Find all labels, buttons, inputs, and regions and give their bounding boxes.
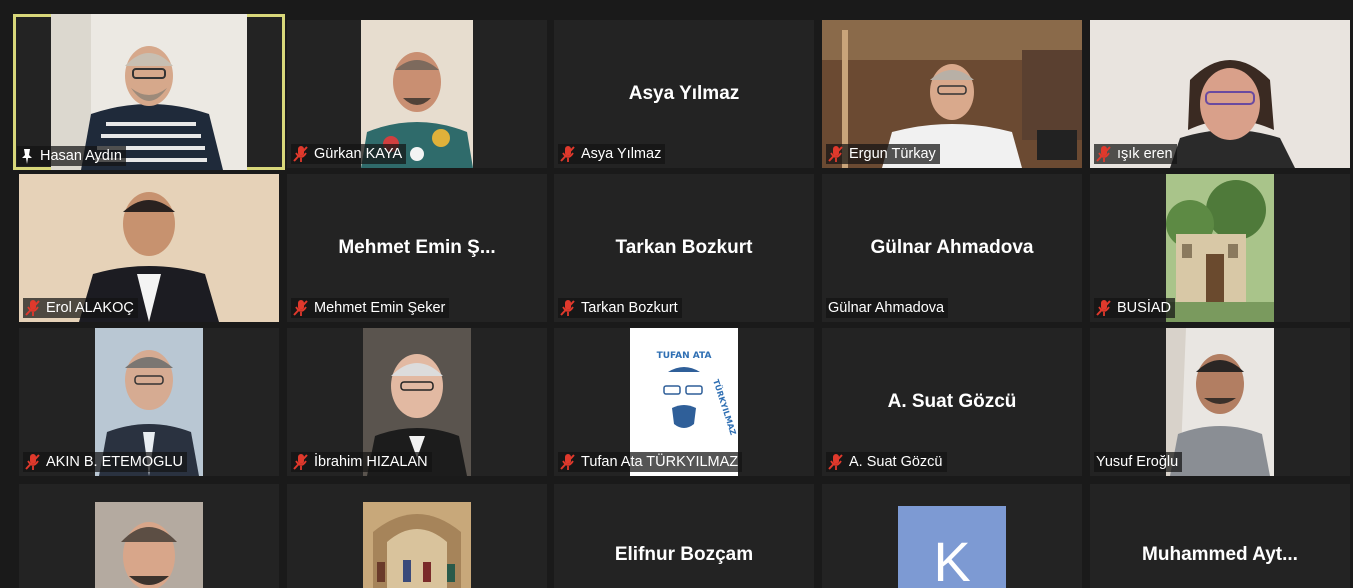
- participant-name-label: Erol ALAKOÇ: [23, 298, 138, 318]
- participant-name: Yusuf Eroğlu: [1096, 454, 1179, 470]
- muted-mic-icon: [293, 453, 309, 471]
- participant-tile[interactable]: Ergun Türkay: [822, 20, 1082, 168]
- participant-grid: Hasan Aydın Gürkan KAYA Asya Yılmaz Asya…: [0, 0, 1353, 588]
- participant-name-label: Hasan Aydın: [17, 146, 126, 166]
- muted-mic-icon: [293, 145, 309, 163]
- participant-display-name: Elifnur Bozçam: [614, 544, 754, 565]
- participant-tile[interactable]: Erol ALAKOÇ: [19, 174, 279, 322]
- participant-name: Asya Yılmaz: [581, 146, 662, 162]
- participant-tile[interactable]: Mehmet Emin Ş... Mehmet Emin Şeker: [287, 174, 547, 322]
- svg-text:TUFAN ATA: TUFAN ATA: [657, 351, 712, 361]
- participant-name: Tarkan Bozkurt: [581, 300, 678, 316]
- participant-tile[interactable]: Elifnur Bozçam: [554, 484, 814, 588]
- participant-name: ışık eren: [1117, 146, 1173, 162]
- participant-tile[interactable]: BUSİAD: [1090, 174, 1350, 322]
- participant-tile[interactable]: Muhammed Ayt...: [1090, 484, 1350, 588]
- participant-video: [95, 502, 203, 588]
- muted-mic-icon: [828, 145, 844, 163]
- participant-name: Tufan Ata TÜRKYILMAZ: [581, 454, 739, 470]
- participant-name: A. Suat Gözcü: [849, 454, 943, 470]
- participant-name: İbrahim HIZALAN: [314, 454, 428, 470]
- participant-video: [1166, 174, 1274, 322]
- muted-mic-icon: [25, 453, 41, 471]
- participant-name-label: ışık eren: [1094, 144, 1177, 164]
- participant-name-label: BUSİAD: [1094, 298, 1175, 318]
- participant-display-name: Muhammed Ayt...: [1142, 544, 1298, 565]
- participant-name-label: AKIN B. ETEMOGLU: [23, 452, 187, 472]
- participant-tile[interactable]: Gürkan KAYA: [287, 20, 547, 168]
- participant-name: BUSİAD: [1117, 300, 1171, 316]
- participant-name: AKIN B. ETEMOGLU: [46, 454, 183, 470]
- muted-mic-icon: [25, 299, 41, 317]
- participant-name-label: Gülnar Ahmadova: [826, 298, 949, 318]
- participant-display-name: Gülnar Ahmadova: [870, 237, 1034, 258]
- participant-name: Erol ALAKOÇ: [46, 300, 134, 316]
- participant-tile[interactable]: AKIN B. ETEMOGLU: [19, 328, 279, 476]
- participant-tile[interactable]: Asya Yılmaz Asya Yılmaz: [554, 20, 814, 168]
- participant-tile[interactable]: Gülnar Ahmadova Gülnar Ahmadova: [822, 174, 1082, 322]
- participant-tile[interactable]: Tarkan Bozkurt Tarkan Bozkurt: [554, 174, 814, 322]
- muted-mic-icon: [560, 299, 576, 317]
- muted-mic-icon: [293, 299, 309, 317]
- pin-icon: [19, 147, 35, 165]
- participant-name-label: Asya Yılmaz: [558, 144, 666, 164]
- participant-video: [363, 502, 471, 588]
- participant-name-label: İbrahim HIZALAN: [291, 452, 432, 472]
- muted-mic-icon: [1096, 299, 1112, 317]
- participant-name: Gürkan KAYA: [314, 146, 403, 162]
- participant-name-label: Ergun Türkay: [826, 144, 940, 164]
- participant-tile[interactable]: [19, 484, 279, 588]
- participant-name: Mehmet Emin Şeker: [314, 300, 446, 316]
- participant-name-label: Gürkan KAYA: [291, 144, 407, 164]
- participant-name-label: Tufan Ata TÜRKYILMAZ: [558, 452, 743, 472]
- participant-display-name: Mehmet Emin Ş...: [338, 237, 496, 258]
- muted-mic-icon: [828, 453, 844, 471]
- muted-mic-icon: [1096, 145, 1112, 163]
- muted-mic-icon: [560, 145, 576, 163]
- participant-tile[interactable]: İbrahim HIZALAN: [287, 328, 547, 476]
- participant-tile[interactable]: A. Suat Gözcü A. Suat Gözcü: [822, 328, 1082, 476]
- participant-name: Ergun Türkay: [849, 146, 936, 162]
- participant-tile[interactable]: Yusuf Eroğlu: [1090, 328, 1350, 476]
- participant-name-label: Tarkan Bozkurt: [558, 298, 682, 318]
- muted-mic-icon: [560, 453, 576, 471]
- participant-avatar: K: [898, 506, 1006, 588]
- participant-name-label: Mehmet Emin Şeker: [291, 298, 450, 318]
- participant-display-name: Tarkan Bozkurt: [615, 237, 753, 258]
- participant-tile[interactable]: ışık eren: [1090, 20, 1350, 168]
- participant-name-label: A. Suat Gözcü: [826, 452, 947, 472]
- participant-display-name: A. Suat Gözcü: [887, 391, 1017, 412]
- participant-name-label: Yusuf Eroğlu: [1094, 452, 1183, 472]
- participant-name: Gülnar Ahmadova: [828, 300, 945, 316]
- participant-tile[interactable]: Hasan Aydın: [13, 14, 285, 170]
- participant-display-name: Asya Yılmaz: [628, 83, 740, 104]
- participant-name: Hasan Aydın: [40, 148, 122, 164]
- participant-tile[interactable]: [287, 484, 547, 588]
- participant-tile[interactable]: TUFAN ATA TÜRKYILMAZ Tufan Ata TÜRKYILMA…: [554, 328, 814, 476]
- participant-tile[interactable]: K: [822, 484, 1082, 588]
